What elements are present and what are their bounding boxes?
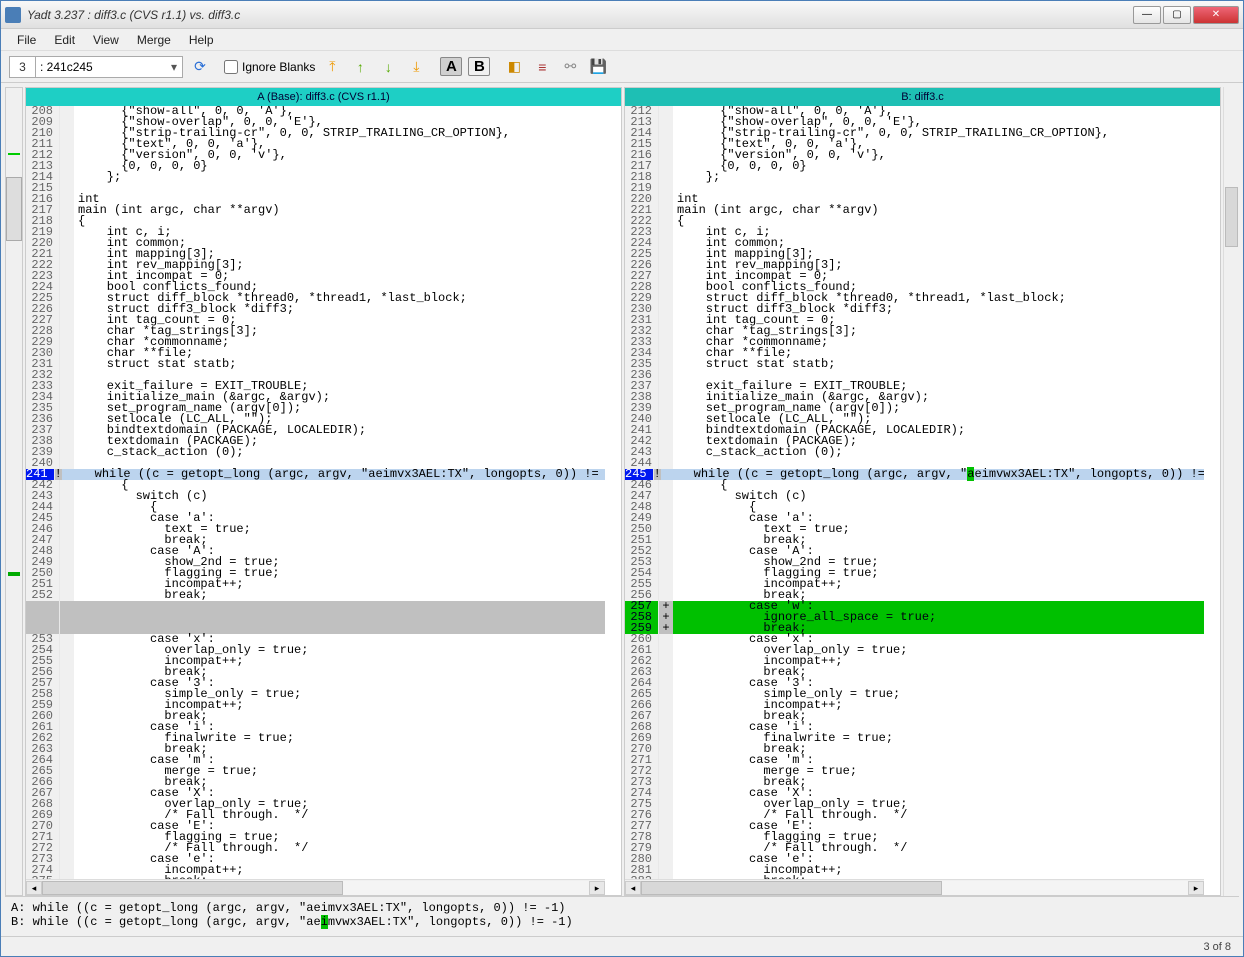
- detail-b-label: B:: [11, 915, 25, 929]
- pane-a-code[interactable]: 208 {"show-all", 0, 0, 'A'},209 {"show-o…: [26, 106, 605, 879]
- ignore-blanks-label: Ignore Blanks: [242, 60, 315, 74]
- menubar: FileEditViewMergeHelp: [1, 29, 1243, 51]
- prev-diff-button[interactable]: ↑: [349, 56, 371, 78]
- select-b-button[interactable]: B: [468, 57, 490, 76]
- save-button[interactable]: 💾: [587, 56, 609, 78]
- hscroll-thumb[interactable]: [42, 881, 343, 895]
- pane-b-title: B: diff3.c: [625, 88, 1220, 106]
- code-line[interactable]: 214 };: [26, 172, 605, 183]
- vertical-scrollbar[interactable]: [1223, 87, 1239, 896]
- pane-b-hscroll[interactable]: ◂ ▸: [625, 879, 1204, 895]
- menu-view[interactable]: View: [85, 31, 127, 49]
- code-line[interactable]: 218 };: [625, 172, 1204, 183]
- detail-a-text: while ((c = getopt_long (argc, argv, "ae…: [33, 901, 566, 915]
- line-view-button[interactable]: ≡: [531, 56, 553, 78]
- code-line[interactable]: 221main (int argc, char **argv): [625, 205, 1204, 216]
- code-line[interactable]: 235 struct stat statb;: [625, 359, 1204, 370]
- app-icon: [5, 7, 21, 23]
- chevron-down-icon[interactable]: ▾: [166, 60, 182, 74]
- next-diff-button[interactable]: ↓: [377, 56, 399, 78]
- code-line[interactable]: 219: [625, 183, 1204, 194]
- maximize-button[interactable]: ▢: [1163, 6, 1191, 24]
- ignore-blanks-checkbox[interactable]: Ignore Blanks: [224, 60, 315, 74]
- refresh-button[interactable]: ⟳: [189, 56, 211, 78]
- code-line[interactable]: [26, 601, 605, 612]
- status-position: 3 of 8: [1203, 941, 1231, 953]
- last-diff-button[interactable]: ⤓: [405, 56, 427, 78]
- menu-file[interactable]: File: [9, 31, 44, 49]
- menu-edit[interactable]: Edit: [46, 31, 83, 49]
- toolbar: 3 : 241c245 ▾ ⟳ Ignore Blanks ⤒ ↑ ↓ ⤓ A …: [1, 51, 1243, 83]
- status-bar: 3 of 8: [1, 936, 1243, 956]
- overview-gutter-left[interactable]: [5, 87, 23, 896]
- pane-b: B: diff3.c 212 {"show-all", 0, 0, 'A'},2…: [624, 87, 1221, 896]
- titlebar: Yadt 3.237 : diff3.c (CVS r1.1) vs. diff…: [1, 1, 1243, 29]
- menu-merge[interactable]: Merge: [129, 31, 179, 49]
- ignore-blanks-input[interactable]: [224, 60, 238, 74]
- diff-selector[interactable]: 3 : 241c245 ▾: [9, 56, 183, 78]
- diff-range: : 241c245: [36, 57, 166, 77]
- code-line[interactable]: 215: [26, 183, 605, 194]
- pane-b-code[interactable]: 212 {"show-all", 0, 0, 'A'},213 {"show-o…: [625, 106, 1204, 879]
- code-line[interactable]: 239 c_stack_action (0);: [26, 447, 605, 458]
- code-line[interactable]: 243 c_stack_action (0);: [625, 447, 1204, 458]
- diff-detail-bar: A: while ((c = getopt_long (argc, argv, …: [5, 896, 1239, 932]
- menu-help[interactable]: Help: [181, 31, 222, 49]
- pane-a-title: A (Base): diff3.c (CVS r1.1): [26, 88, 621, 106]
- pane-a-hscroll[interactable]: ◂ ▸: [26, 879, 605, 895]
- hscroll-thumb[interactable]: [641, 881, 942, 895]
- code-line[interactable]: 231 struct stat statb;: [26, 359, 605, 370]
- vscroll-thumb[interactable]: [1225, 187, 1238, 247]
- scroll-left-icon[interactable]: ◂: [625, 881, 641, 895]
- scroll-left-icon[interactable]: ◂: [26, 881, 42, 895]
- scroll-right-icon[interactable]: ▸: [589, 881, 605, 895]
- view-mode-button[interactable]: ◧: [503, 56, 525, 78]
- code-line[interactable]: 217main (int argc, char **argv): [26, 205, 605, 216]
- first-diff-button[interactable]: ⤒: [321, 56, 343, 78]
- scroll-right-icon[interactable]: ▸: [1188, 881, 1204, 895]
- close-button[interactable]: ✕: [1193, 6, 1239, 24]
- code-line[interactable]: 252 break;: [26, 590, 605, 601]
- diff-index: 3: [10, 57, 36, 77]
- pane-a: A (Base): diff3.c (CVS r1.1) 208 {"show-…: [25, 87, 622, 896]
- select-a-button[interactable]: A: [440, 57, 462, 76]
- minimize-button[interactable]: —: [1133, 6, 1161, 24]
- code-line[interactable]: [26, 612, 605, 623]
- detail-b-text: while ((c = getopt_long (argc, argv, "ae…: [33, 915, 573, 929]
- detail-a-label: A:: [11, 901, 25, 915]
- link-button[interactable]: ⚯: [559, 56, 581, 78]
- window-title: Yadt 3.237 : diff3.c (CVS r1.1) vs. diff…: [27, 8, 1133, 22]
